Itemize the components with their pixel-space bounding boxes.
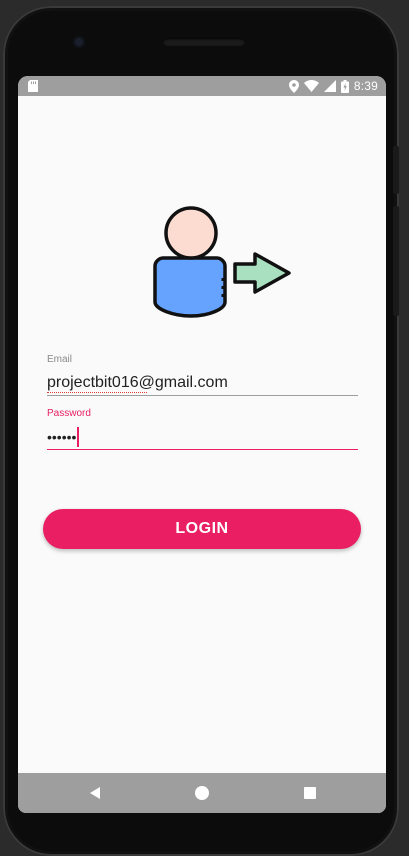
login-button[interactable]: LOGIN [43, 509, 361, 549]
sd-card-icon [28, 80, 38, 92]
spellcheck-underline [47, 392, 147, 393]
app-screen: 8:39 Email projectbit016@gmail.com Passw… [18, 76, 386, 813]
phone-frame: 8:39 Email projectbit016@gmail.com Passw… [3, 6, 399, 856]
password-field[interactable]: Password •••••• [47, 408, 358, 450]
password-underline [47, 449, 358, 450]
back-icon[interactable] [87, 785, 103, 801]
signal-icon [323, 80, 336, 92]
earpiece-speaker [163, 38, 245, 46]
volume-button [393, 146, 399, 194]
password-value: •••••• [47, 429, 77, 445]
battery-icon [340, 79, 349, 93]
navigation-bar [18, 773, 386, 813]
power-button [393, 206, 399, 316]
email-value: projectbit016@gmail.com [47, 374, 228, 391]
status-time: 8:39 [353, 79, 378, 93]
user-login-icon [153, 206, 291, 318]
front-camera [73, 36, 85, 48]
home-icon[interactable] [194, 785, 210, 801]
recents-icon[interactable] [302, 785, 318, 801]
status-bar: 8:39 [18, 76, 386, 96]
email-field[interactable]: Email projectbit016@gmail.com [47, 354, 358, 396]
email-label: Email [47, 354, 73, 365]
wifi-icon [303, 80, 319, 92]
text-cursor [77, 427, 80, 447]
password-label: Password [47, 408, 91, 419]
password-input[interactable]: •••••• [47, 426, 358, 448]
email-underline [47, 395, 358, 396]
location-icon [288, 79, 299, 93]
email-input[interactable]: projectbit016@gmail.com [47, 372, 358, 394]
